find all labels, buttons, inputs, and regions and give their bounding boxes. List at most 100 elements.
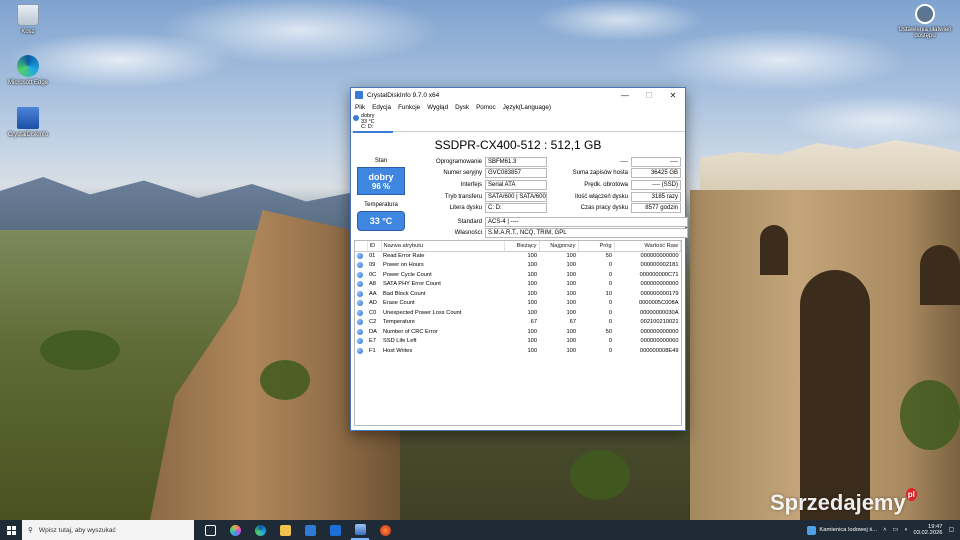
volume-icon[interactable]: ◖: [904, 527, 908, 533]
header-threshold[interactable]: Próg: [578, 241, 615, 252]
menu-disk[interactable]: Dysk: [455, 104, 469, 111]
smart-row[interactable]: C2 Temperature 67 67 0 002100210021: [355, 318, 681, 328]
smart-table-container[interactable]: ID Nazwa atrybutu Bieżący Najgorszy Próg…: [354, 240, 682, 426]
desktop-icon-edge[interactable]: Microsoft Edge: [2, 55, 54, 86]
taskbar-store[interactable]: [301, 520, 319, 540]
smart-row[interactable]: 09 Power on Hours 100 100 0 000000002181: [355, 261, 681, 271]
chevron-up-icon[interactable]: ˄: [883, 527, 886, 533]
info-label: Czas pracy dysku: [580, 205, 628, 212]
attr-raw: 0000005C008A: [638, 300, 679, 307]
smart-row-status: [355, 308, 367, 318]
smart-row[interactable]: E7 SSD Life Left 100 100 0 000000000060: [355, 337, 681, 347]
attr-id: AD: [369, 300, 377, 307]
attr-name: Power on Hours: [383, 262, 424, 269]
health-dot-icon: [353, 115, 359, 121]
header-attribute-name[interactable]: Nazwa atrybutu: [381, 241, 505, 252]
taskbar: ⚲ Wpisz tutaj, aby wyszukać Kamienica lo…: [0, 520, 960, 540]
attr-threshold: 0: [608, 271, 612, 278]
title-bar[interactable]: CrystalDiskInfo 9.7.0 x64 — ☐ ✕: [351, 88, 685, 102]
menu-functions[interactable]: Funkcje: [398, 104, 420, 111]
smart-row[interactable]: AA Bad Block Count 100 100 10 000000000179: [355, 289, 681, 299]
menu-file[interactable]: Plik: [355, 104, 365, 111]
menu-language[interactable]: Język(Language): [503, 104, 551, 111]
attr-worst: 100: [566, 290, 577, 297]
header-worst[interactable]: Najgorszy: [539, 241, 579, 252]
attr-threshold: 50: [605, 253, 612, 259]
desktop-icon-recycle-bin[interactable]: Kosz: [2, 4, 54, 35]
info-row: Tryb transferu SATA/600 | SATA/600: [413, 191, 547, 203]
accessibility-icon: [915, 4, 935, 24]
attr-id: 0C: [369, 271, 377, 278]
menu-view[interactable]: Wygląd: [427, 104, 448, 111]
clock[interactable]: 19:47 03.02.2026: [914, 524, 943, 537]
maximize-button[interactable]: ☐: [637, 88, 661, 102]
smart-row-status: [355, 270, 367, 280]
smart-row[interactable]: A8 SATA PHY Error Count 100 100 0 00000000000…: [355, 280, 681, 290]
task-view-icon: [204, 524, 216, 536]
attr-current: 100: [527, 281, 538, 288]
notifications-icon[interactable]: ▢: [949, 527, 954, 533]
window-title: CrystalDiskInfo 9.7.0 x64: [367, 91, 440, 99]
info-label: Tryb transferu: [444, 193, 482, 200]
attr-current: 100: [527, 338, 538, 345]
smart-row[interactable]: AD Erase Count 100 100 0 0000005C008A: [355, 299, 681, 309]
desktop-icon-crystaldiskinfo[interactable]: CrystalDiskInfo: [2, 107, 54, 138]
status-dot-icon: [357, 347, 363, 354]
attr-name: Temperature: [383, 319, 415, 326]
mail-icon: [329, 524, 341, 536]
menu-help[interactable]: Pomoc: [476, 104, 496, 111]
smart-row[interactable]: 0C Power Cycle Count 100 100 0 000000000C71: [355, 270, 681, 280]
menu-edit[interactable]: Edycja: [372, 104, 391, 111]
temperature-box[interactable]: 33 °C: [357, 211, 405, 231]
desktop-icon-label: Ustawienia ułatwień dostępu: [898, 27, 952, 39]
news-widget[interactable]: Kamienica lodowej ś...: [807, 525, 877, 535]
taskbar-mail[interactable]: [326, 520, 344, 540]
smart-row-status: [355, 261, 367, 271]
start-button[interactable]: [0, 520, 22, 540]
crystaldiskinfo-icon: [17, 107, 39, 129]
taskbar-file-explorer[interactable]: [276, 520, 294, 540]
info-value: SATA/600 | SATA/600: [485, 191, 547, 202]
taskbar-crystaldiskinfo[interactable]: [351, 520, 369, 540]
tree-foliage: [900, 380, 960, 450]
header-id[interactable]: ID: [367, 241, 382, 252]
info-value: 36425 GB: [631, 168, 681, 179]
drive-tab[interactable]: dobry 33 °C C: D:: [353, 113, 393, 133]
attr-name: SSD Life Left: [383, 338, 417, 345]
taskbar-copilot[interactable]: [226, 520, 244, 540]
clock-date: 03.02.2026: [913, 530, 943, 536]
attr-current: 100: [527, 309, 538, 316]
info-value: GVC083857: [485, 168, 547, 179]
info-label: Suma zapisów hosta: [572, 170, 628, 177]
taskbar-edge[interactable]: [251, 520, 269, 540]
attr-name: SATA PHY Error Count: [383, 281, 441, 288]
info-label: Oprogramowanie: [435, 158, 482, 165]
smart-row[interactable]: C0 Unexpected Power Loss Count 100 100 0 0000…: [355, 308, 681, 318]
smart-row[interactable]: DA Number of CRC Error 100 100 50 00000000000…: [355, 327, 681, 337]
status-dot-icon: [357, 262, 363, 268]
taskbar-app-red[interactable]: [376, 520, 394, 540]
health-status-box[interactable]: dobry 96 %: [357, 167, 405, 195]
attr-raw: 00000000030A: [639, 309, 679, 316]
smart-row[interactable]: 01 Read Error Rate 100 100 50 000000000000: [355, 251, 681, 261]
attr-current: 100: [527, 300, 538, 307]
info-label: Numer seryjny: [443, 170, 482, 177]
attr-name: Bad Block Count: [383, 290, 426, 297]
minimize-button[interactable]: —: [613, 88, 637, 102]
header-raw-value[interactable]: Wartość Raw: [614, 241, 681, 252]
health-status: dobry: [368, 171, 394, 182]
task-view-button[interactable]: [201, 520, 219, 540]
smart-row[interactable]: F1 Host Writes 100 100 0 000000008E49: [355, 346, 681, 356]
desktop-icon-accessibility[interactable]: Ustawienia ułatwień dostępu: [896, 4, 954, 39]
network-icon[interactable]: ▭: [893, 527, 898, 533]
smart-row-status: [355, 251, 367, 261]
bridge-arch-main: [800, 270, 870, 520]
header-current[interactable]: Bieżący: [504, 241, 540, 252]
close-button[interactable]: ✕: [661, 88, 685, 102]
news-icon: [807, 525, 817, 535]
watermark-badge: pl: [905, 488, 917, 501]
taskbar-search[interactable]: ⚲ Wpisz tutaj, aby wyszukać: [22, 520, 194, 540]
info-row: Numer seryjny GVC083857: [413, 168, 547, 180]
drive-info-right: ---- ---- Suma zapisów hosta 36425 GB Pręd…: [553, 156, 681, 214]
smart-table: ID Nazwa atrybutu Bieżący Najgorszy Próg…: [355, 241, 681, 356]
